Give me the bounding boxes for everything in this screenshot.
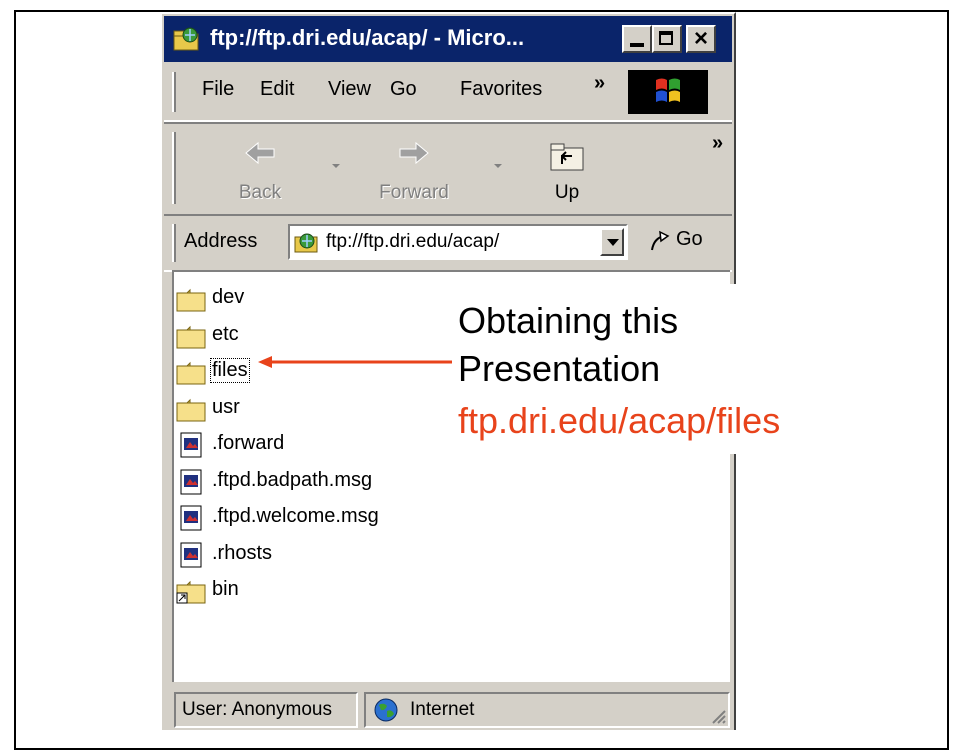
- address-input[interactable]: ftp://ftp.dri.edu/acap/: [288, 224, 628, 260]
- forward-button[interactable]: Forward: [354, 134, 474, 206]
- up-folder-icon: [550, 143, 584, 171]
- minimize-button[interactable]: [622, 25, 652, 53]
- ftp-folder-icon: [173, 27, 199, 51]
- title-bar[interactable]: ftp://ftp.dri.edu/acap/ - Micro... ×: [164, 16, 732, 62]
- address-bar: Address ftp://ftp.dri.edu/acap/ Go: [164, 214, 732, 272]
- windows-logo: [628, 70, 708, 114]
- windows-flag-icon: [628, 70, 708, 114]
- forward-arrow-icon: [399, 141, 429, 165]
- back-arrow-icon: [245, 141, 275, 165]
- shortcut-folder-icon: [176, 580, 206, 604]
- file-name: files: [210, 358, 250, 383]
- status-zone-panel: Internet: [364, 692, 730, 728]
- file-name: .ftpd.badpath.msg: [212, 469, 373, 491]
- internet-globe-icon: [374, 698, 398, 722]
- maximize-button[interactable]: [652, 25, 682, 53]
- menu-file[interactable]: File: [202, 78, 234, 101]
- address-value: ftp://ftp.dri.edu/acap/: [326, 231, 500, 252]
- folder-icon: [176, 288, 206, 312]
- file-name: .rhosts: [212, 542, 273, 564]
- go-label: Go: [676, 228, 703, 250]
- maximize-icon: [659, 31, 673, 45]
- file-document-icon: [180, 432, 202, 458]
- close-icon: ×: [693, 25, 708, 52]
- menu-view[interactable]: View: [328, 78, 371, 101]
- addressbar-grip[interactable]: [172, 224, 176, 262]
- dropdown-arrow-icon: [607, 239, 619, 246]
- go-button[interactable]: Go: [648, 226, 718, 258]
- callout-box: Obtaining this Presentation ftp.dri.edu/…: [444, 284, 780, 454]
- file-name: .ftpd.welcome.msg: [212, 505, 379, 527]
- menu-overflow-chevron-icon[interactable]: »: [594, 72, 605, 95]
- menu-favorites[interactable]: Favorites: [460, 78, 542, 101]
- address-dropdown-button[interactable]: [600, 228, 624, 256]
- standard-toolbar: Back Forward Up »: [164, 122, 732, 216]
- folder-icon: [176, 361, 206, 385]
- file-name: dev: [212, 286, 245, 308]
- menu-bar: File Edit View Go Favorites »: [164, 64, 732, 122]
- ftp-folder-icon: [294, 233, 318, 253]
- back-dropdown-icon[interactable]: [332, 164, 340, 168]
- up-label: Up: [554, 182, 580, 203]
- go-arrow-icon: [651, 230, 670, 251]
- forward-label: Forward: [379, 182, 449, 203]
- file-name: .forward: [212, 432, 285, 454]
- address-label: Address: [184, 230, 258, 252]
- minimize-icon: [630, 43, 644, 47]
- status-bar: User: Anonymous Internet: [164, 688, 732, 732]
- menu-go[interactable]: Go: [390, 78, 417, 101]
- resize-grip-icon[interactable]: [708, 706, 726, 724]
- file-name: usr: [212, 396, 240, 418]
- back-button[interactable]: Back: [210, 134, 310, 206]
- window-title: ftp://ftp.dri.edu/acap/ - Micro...: [210, 25, 525, 50]
- folder-icon: [176, 325, 206, 349]
- status-user: User: Anonymous: [182, 699, 332, 720]
- close-button[interactable]: ×: [686, 25, 716, 53]
- callout-ftp-link[interactable]: ftp.dri.edu/acap/files: [458, 400, 780, 442]
- toolbar-overflow-chevron-icon[interactable]: »: [712, 132, 723, 155]
- status-user-panel: User: Anonymous: [174, 692, 358, 728]
- file-document-icon: [180, 505, 202, 531]
- forward-dropdown-icon[interactable]: [494, 164, 502, 168]
- toolbar-grip[interactable]: [172, 132, 176, 204]
- file-name: bin: [212, 578, 239, 600]
- back-label: Back: [238, 182, 282, 203]
- status-zone: Internet: [410, 699, 475, 720]
- callout-heading-line2: Presentation: [458, 348, 661, 389]
- menubar-grip[interactable]: [172, 72, 176, 112]
- file-document-icon: [180, 469, 202, 495]
- file-name: etc: [212, 323, 239, 345]
- folder-icon: [176, 398, 206, 422]
- up-button[interactable]: Up: [534, 134, 600, 206]
- menu-edit[interactable]: Edit: [260, 78, 294, 101]
- callout-heading-line1: Obtaining this: [458, 300, 679, 341]
- file-document-icon: [180, 542, 202, 568]
